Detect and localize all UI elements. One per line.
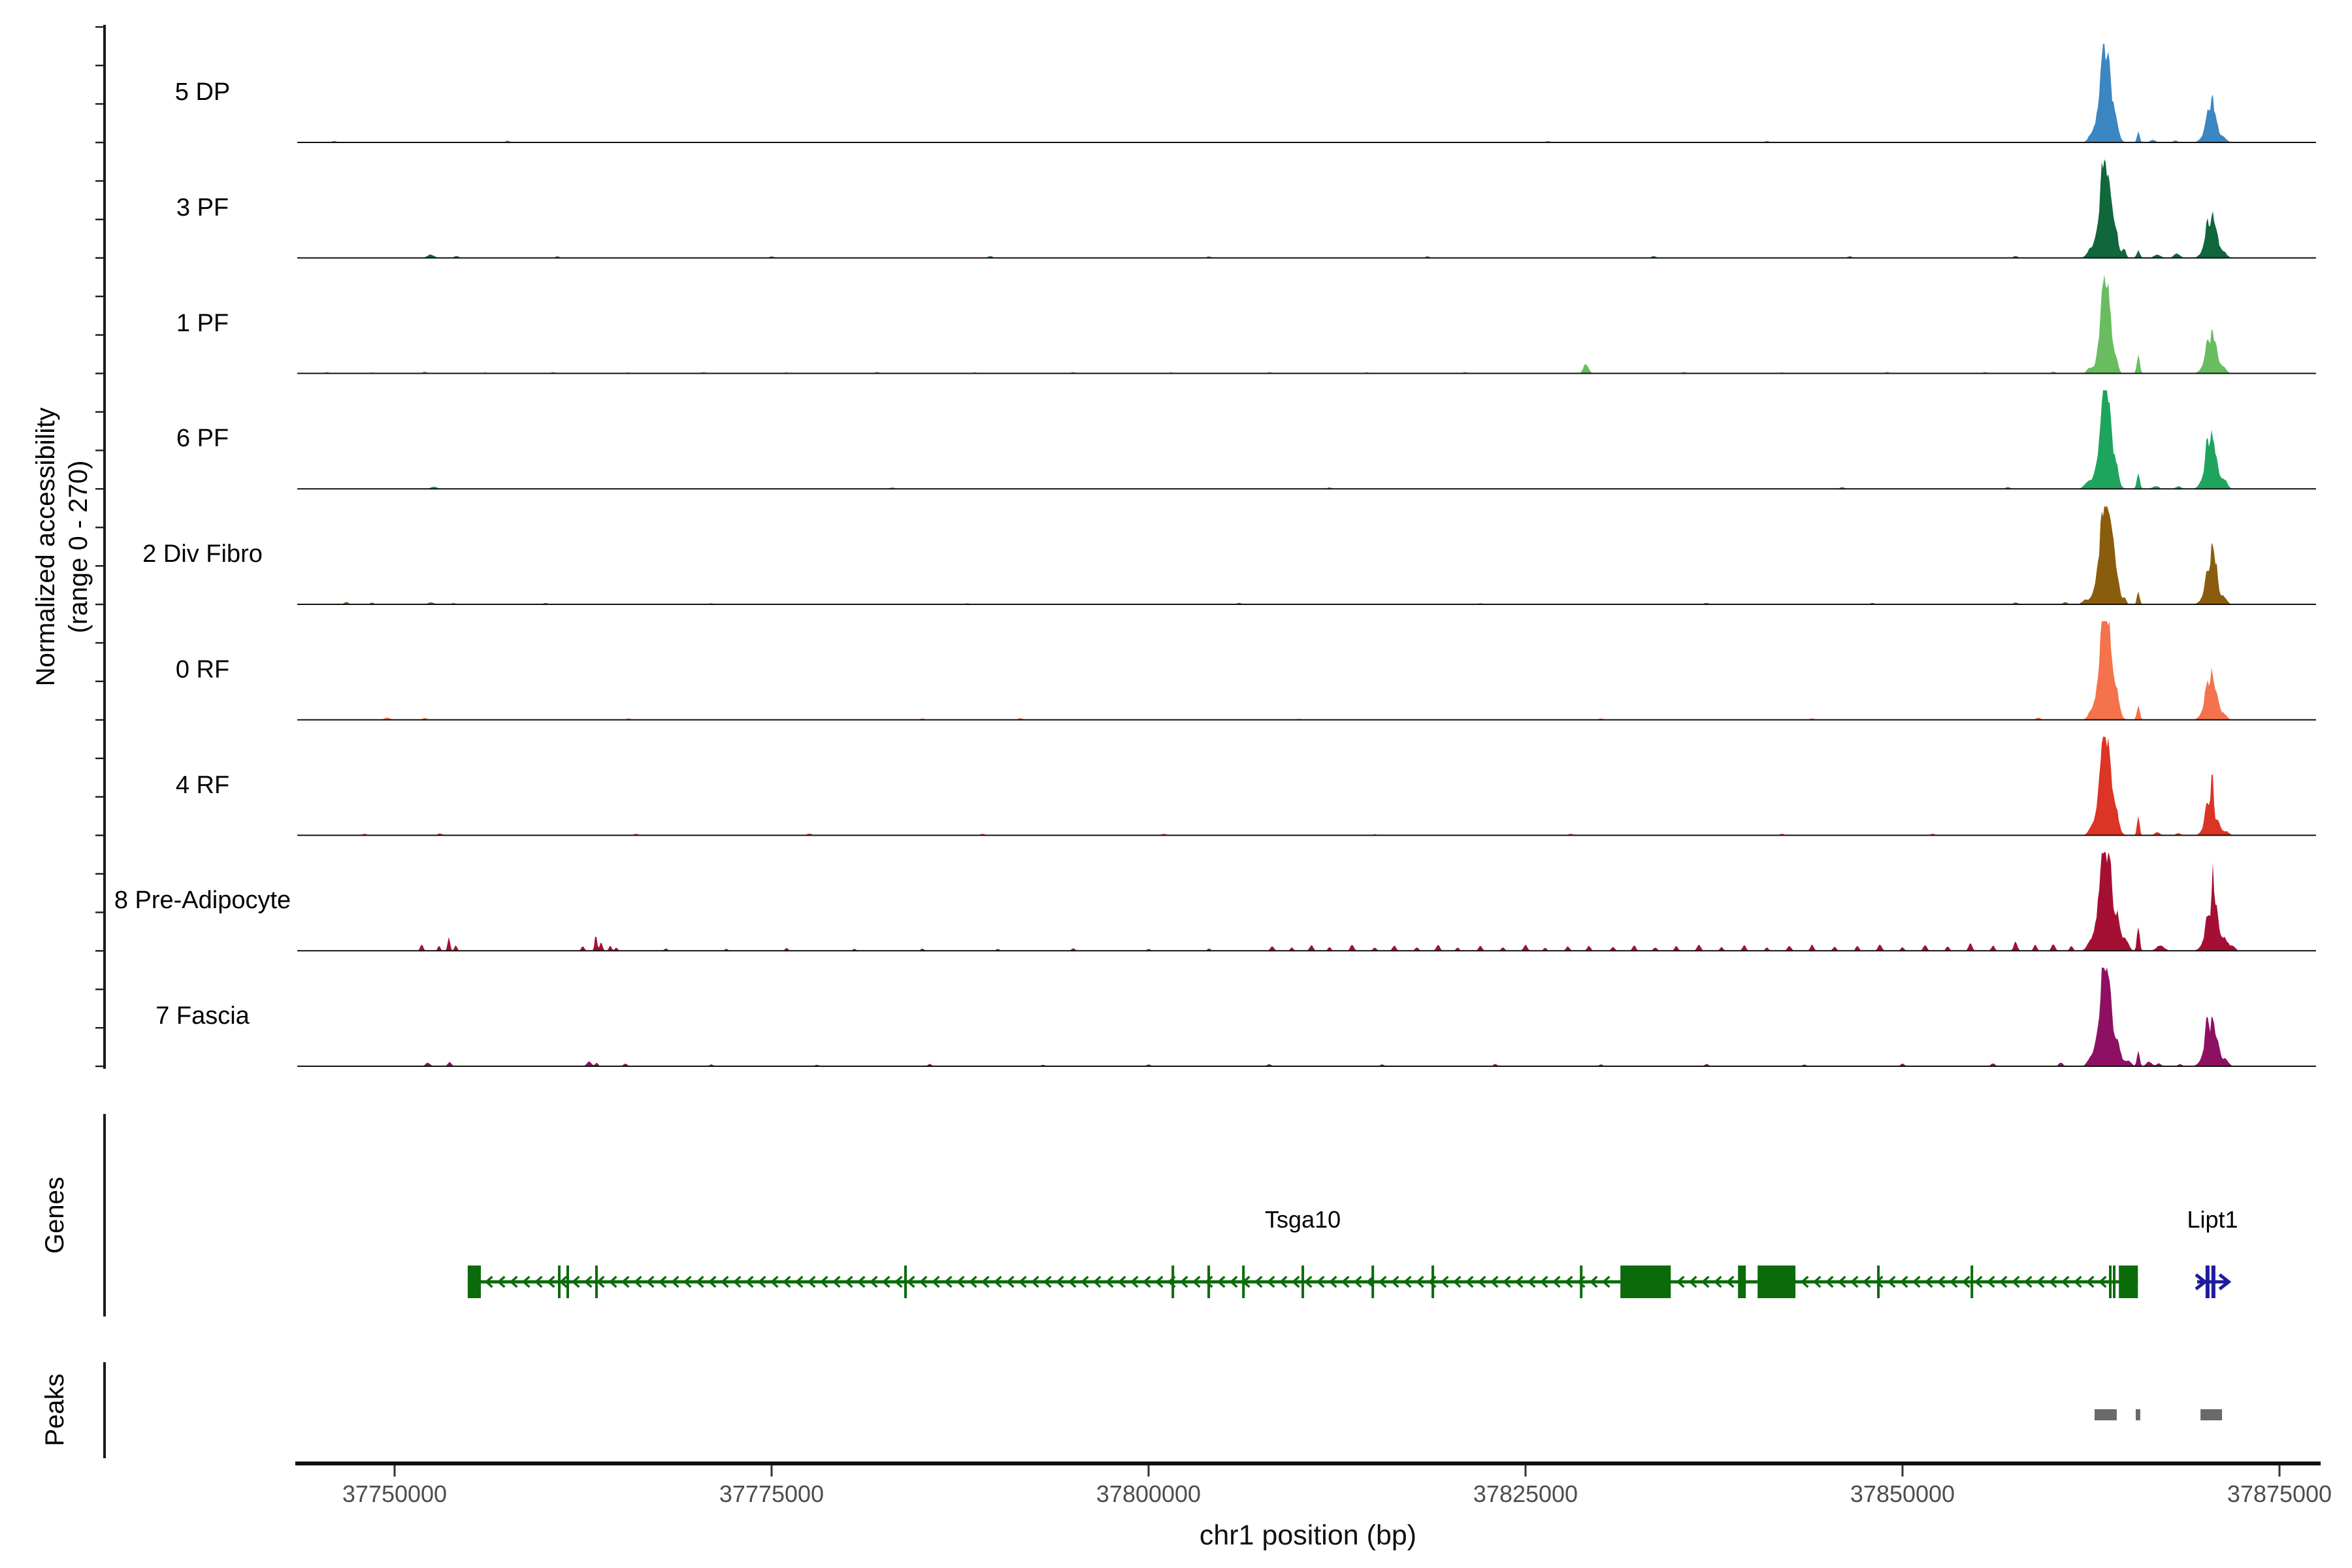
gene-exon-block <box>1738 1266 1746 1298</box>
gene-exon-tick <box>2109 1266 2112 1298</box>
coverage-area-0-rf <box>297 621 2316 720</box>
gene-exon-tick <box>1242 1266 1245 1298</box>
gene-exon-tick <box>1301 1266 1304 1298</box>
x-axis-tick <box>771 1465 773 1477</box>
x-tick-label: 37800000 <box>1051 1480 1247 1508</box>
track-label: 4 RF <box>65 772 340 800</box>
gene-exon-tick <box>566 1266 569 1298</box>
gene-exon-tick <box>1877 1266 1880 1298</box>
axis-minor-tick <box>95 26 103 27</box>
gene-exon-tick <box>2113 1266 2115 1298</box>
coverage-area-1-pf <box>297 275 2316 374</box>
track-label: 1 PF <box>65 310 340 338</box>
y-axis-label-line1: Normalized accessibility <box>29 344 62 749</box>
axis-minor-tick <box>95 1066 103 1067</box>
gene-exon-tick <box>904 1266 907 1298</box>
coverage-area-2-div-fibro <box>297 506 2316 604</box>
gene-exon-tick <box>1171 1266 1174 1298</box>
gene-label: Lipt1 <box>2115 1206 2311 1233</box>
x-tick-label: 37775000 <box>674 1480 870 1508</box>
gene-exon-tick <box>1371 1266 1374 1298</box>
track-label: 3 PF <box>65 194 340 222</box>
x-tick-label: 37750000 <box>297 1480 493 1508</box>
x-tick-label: 37850000 <box>1805 1480 2001 1508</box>
axis-minor-tick <box>95 142 103 143</box>
x-axis-tick <box>1525 1465 1527 1477</box>
genome-coverage-figure: Normalized accessibility (range 0 - 270)… <box>0 0 2352 1568</box>
axis-minor-tick <box>95 834 103 836</box>
axis-minor-tick <box>95 257 103 259</box>
coverage-area-4-rf <box>297 737 2316 836</box>
x-axis-title: chr1 position (bp) <box>1047 1520 1569 1552</box>
axis-minor-tick <box>95 950 103 951</box>
track-label: 0 RF <box>65 656 340 684</box>
coverage-area-5-dp <box>297 44 2316 142</box>
gene-exon-tick <box>1431 1266 1434 1298</box>
peak-region-box <box>2136 1409 2140 1420</box>
gene-exon-tick <box>1970 1266 1973 1298</box>
x-tick-label: 37875000 <box>2181 1480 2352 1508</box>
gene-exon-block <box>2206 1266 2210 1298</box>
axis-minor-tick <box>95 180 103 182</box>
coverage-area-7-fascia <box>297 968 2316 1066</box>
coverage-area-3-pf <box>297 159 2316 258</box>
gene-label: Tsga10 <box>1205 1206 1401 1233</box>
x-axis-tick <box>1902 1465 1904 1477</box>
peaks-section-label: Peaks <box>40 1309 70 1511</box>
genes-section-label: Genes <box>40 1114 70 1316</box>
x-axis-tick <box>1148 1465 1150 1477</box>
gene-exon-tick <box>1207 1266 1210 1298</box>
track-label: 7 Fascia <box>65 1002 340 1030</box>
x-axis-tick <box>394 1465 396 1477</box>
track-label: 6 PF <box>65 425 340 453</box>
coverage-area-6-pf <box>297 390 2316 489</box>
gene-exon-tick <box>1580 1266 1582 1298</box>
track-label: 2 Div Fibro <box>65 540 340 568</box>
axis-minor-tick <box>95 296 103 297</box>
gene-exon-tick <box>595 1266 598 1298</box>
peak-region-box <box>2095 1409 2117 1420</box>
axis-minor-tick <box>95 988 103 990</box>
gene-exon-block <box>468 1266 481 1298</box>
axis-minor-tick <box>95 758 103 759</box>
coverage-area-8-pre-adipocyte <box>297 852 2316 951</box>
gene-exon-block <box>1757 1266 1795 1298</box>
gene-exon-block <box>2119 1266 2138 1298</box>
gene-exon-tick <box>558 1266 561 1298</box>
gene-exon-block <box>1620 1266 1671 1298</box>
peak-region-box <box>2200 1409 2222 1420</box>
track-label: 8 Pre-Adipocyte <box>65 887 340 915</box>
axis-minor-tick <box>95 873 103 874</box>
x-tick-label: 37825000 <box>1428 1480 1624 1508</box>
coverage-plot-canvas <box>0 0 2352 1568</box>
track-label: 5 DP <box>65 78 340 106</box>
x-axis-tick <box>2279 1465 2281 1477</box>
gene-exon-block <box>2212 1266 2215 1298</box>
axis-minor-tick <box>95 65 103 66</box>
